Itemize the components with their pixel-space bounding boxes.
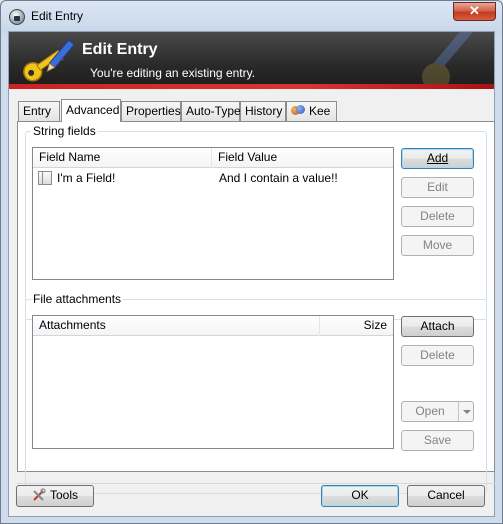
tools-label: Tools [49,488,78,502]
tab-kee-label: Kee [309,104,331,118]
attach-label: Attach [420,319,455,333]
add-field-button[interactable]: Add [401,148,474,169]
tab-advanced[interactable]: Advanced [61,99,121,122]
tab-entry[interactable]: Entry [18,101,60,121]
kee-icon [291,105,305,116]
header-banner: Edit Entry You're editing an existing en… [9,32,494,89]
delete-attachment-label: Delete [420,348,455,362]
key-pencil-icon [23,39,75,82]
tools-icon [33,488,46,501]
tab-auto-type-label: Auto-Type [186,104,241,118]
edit-entry-window: Edit Entry ✕ Edit Entry You're editing a… [0,0,503,524]
keepass-lock-icon [9,9,25,25]
tools-button[interactable]: Tools [16,485,94,507]
tab-entry-label: Entry [23,104,52,118]
cancel-label: Cancel [427,488,465,502]
field-name-cell: I'm a Field! [57,171,116,185]
tab-kee[interactable]: Kee [286,101,337,121]
tab-properties-label: Properties [126,104,181,118]
column-header-field-name[interactable]: Field Name [33,148,212,168]
ok-button[interactable]: OK [321,485,399,507]
dialog-client-area: Edit Entry You're editing an existing en… [8,31,495,517]
open-attachment-label: Open [415,404,445,418]
column-header-size[interactable]: Size [320,316,395,336]
attachments-list[interactable]: Attachments Size [32,315,394,449]
save-attachment-button[interactable]: Save [401,430,474,451]
advanced-tab-panel: String fields Field Name Field Value I'm… [17,121,495,494]
field-value-cell: And I contain a value!! [219,171,338,185]
cancel-button[interactable]: Cancel [407,485,485,507]
delete-field-label: Delete [420,209,455,223]
table-row[interactable]: I'm a Field! And I contain a value!! [33,169,393,187]
close-button[interactable]: ✕ [453,2,496,21]
column-header-field-value[interactable]: Field Value [212,148,395,168]
edit-field-button[interactable]: Edit [401,177,474,198]
banner-title: Edit Entry [82,41,158,58]
string-fields-list[interactable]: Field Name Field Value I'm a Field! And … [32,147,394,280]
banner-subtitle: You're editing an existing entry. [90,66,256,80]
banner-watermark-icon [422,32,473,89]
tab-history-label: History [245,104,283,118]
chevron-down-icon[interactable] [458,402,473,421]
delete-field-button[interactable]: Delete [401,206,474,227]
move-field-button[interactable]: Move [401,235,474,256]
ok-label: OK [351,488,369,502]
save-attachment-label: Save [423,433,452,447]
title-bar[interactable]: Edit Entry ✕ [1,1,502,31]
add-field-label: Add [426,151,449,165]
string-fields-legend: String fields [33,124,96,138]
window-title: Edit Entry [31,9,84,23]
tab-properties[interactable]: Properties [121,101,181,121]
banner-stripe [9,84,494,89]
string-fields-header: Field Name Field Value [33,148,393,168]
tab-history[interactable]: History [240,101,286,121]
attachments-header: Attachments Size [33,316,393,336]
file-attachments-legend: File attachments [33,292,122,306]
delete-attachment-button[interactable]: Delete [401,345,474,366]
tab-auto-type[interactable]: Auto-Type [181,101,241,121]
open-attachment-split-button[interactable]: Open [401,401,474,422]
field-entry-icon [38,171,52,185]
tab-advanced-label: Advanced [66,103,120,117]
column-header-attachments[interactable]: Attachments [33,316,320,336]
footer-divider [17,483,495,484]
edit-field-label: Edit [427,180,448,194]
attach-button[interactable]: Attach [401,316,474,337]
move-field-label: Move [422,238,453,252]
